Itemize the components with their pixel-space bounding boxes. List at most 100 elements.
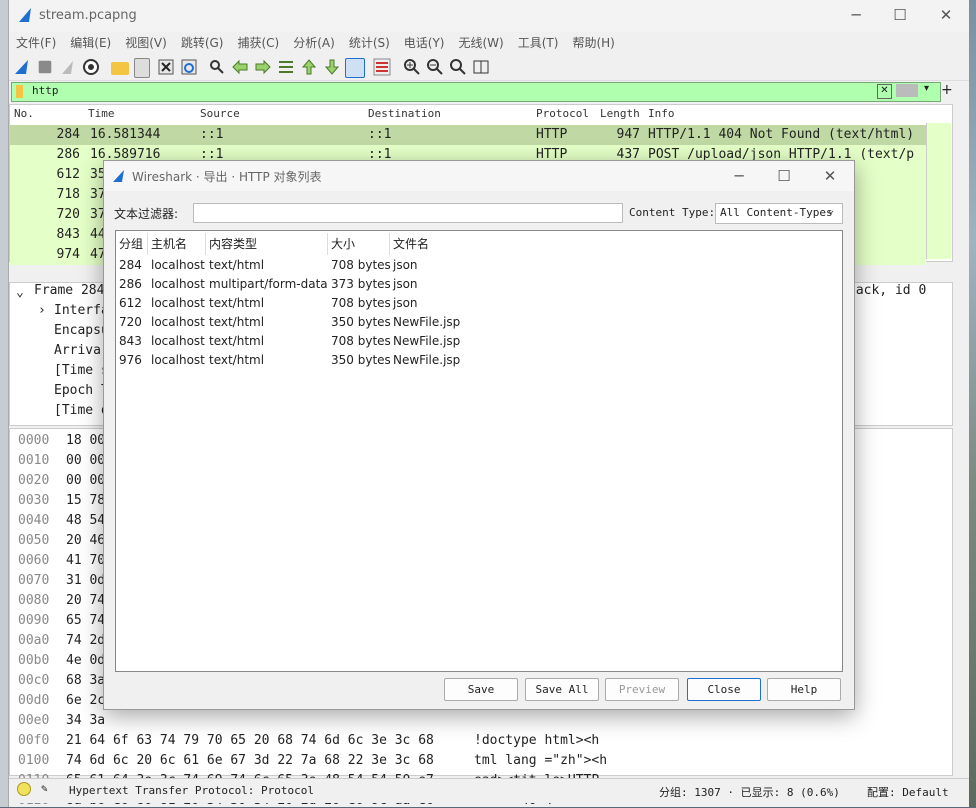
detail-line[interactable]: Arriva bbox=[54, 343, 101, 358]
menu-analyze[interactable]: 分析(A) bbox=[286, 32, 342, 54]
frame-line[interactable]: Frame 284 bbox=[34, 283, 104, 298]
normal-size-icon[interactable] bbox=[449, 58, 467, 76]
menu-telephony[interactable]: 电话(Y) bbox=[397, 32, 452, 54]
col-time[interactable]: Time bbox=[88, 107, 115, 120]
object-file: NewFile.jsp bbox=[393, 315, 461, 329]
object-row[interactable]: 284 localhost text/html 708 bytes json bbox=[116, 256, 840, 275]
bookmark-icon[interactable] bbox=[16, 85, 23, 98]
detail-line[interactable]: Epoch T bbox=[54, 383, 109, 398]
byte-hex: 74 6d 6c 20 6c 61 6e 67 3d 22 7a 68 22 3… bbox=[66, 753, 434, 768]
menu-tools[interactable]: 工具(T) bbox=[511, 32, 566, 54]
menu-go[interactable]: 跳转(G) bbox=[174, 32, 231, 54]
detail-line[interactable]: [Time d bbox=[54, 403, 109, 418]
detail-line[interactable]: Interfa bbox=[54, 303, 109, 318]
http-objects-table: 分组 主机名 内容类型 大小 文件名 284 localhost text/html… bbox=[115, 230, 843, 672]
byte-hex: 65 74 bbox=[66, 613, 106, 628]
maximize-button[interactable]: ☐ bbox=[885, 4, 915, 26]
col-protocol[interactable]: Protocol bbox=[536, 107, 589, 120]
menu-file[interactable]: 文件(F) bbox=[9, 32, 63, 54]
apply-filter-icon[interactable] bbox=[896, 84, 918, 97]
header-packet[interactable]: 分组 bbox=[116, 233, 148, 255]
collapse-arrow-icon[interactable]: › bbox=[38, 303, 46, 318]
go-last-icon[interactable] bbox=[323, 58, 341, 76]
minimize-button[interactable]: ─ bbox=[841, 4, 871, 26]
help-button[interactable]: Help bbox=[767, 678, 841, 701]
go-back-icon[interactable] bbox=[231, 58, 249, 76]
close-window-button[interactable]: ✕ bbox=[931, 4, 961, 26]
go-to-packet-icon[interactable] bbox=[277, 58, 295, 76]
menu-wireless[interactable]: 无线(W) bbox=[452, 32, 511, 54]
stop-capture-icon[interactable] bbox=[38, 60, 52, 74]
col-source[interactable]: Source bbox=[200, 107, 240, 120]
menu-edit[interactable]: 编辑(E) bbox=[63, 32, 118, 54]
object-host: localhost bbox=[151, 296, 205, 310]
object-row[interactable]: 612 localhost text/html 708 bytes json bbox=[116, 294, 840, 313]
packet-no: 284 bbox=[56, 127, 80, 142]
object-pkt: 720 bbox=[119, 315, 142, 329]
object-row[interactable]: 976 localhost text/html 350 bytes NewFile.js… bbox=[116, 351, 840, 370]
object-host: localhost bbox=[151, 334, 205, 348]
col-no[interactable]: No. bbox=[14, 107, 34, 120]
close-file-icon[interactable] bbox=[157, 58, 175, 76]
save-all-button[interactable]: Save All bbox=[525, 678, 599, 701]
zoom-out-icon[interactable] bbox=[426, 58, 444, 76]
edit-comment-icon[interactable]: ✎ bbox=[41, 782, 48, 795]
colorize-icon[interactable] bbox=[373, 58, 391, 76]
object-pkt: 843 bbox=[119, 334, 142, 348]
menu-statistics[interactable]: 统计(S) bbox=[342, 32, 397, 54]
object-row[interactable]: 286 localhost multipart/form-data 373 bytes… bbox=[116, 275, 840, 294]
start-capture-icon[interactable] bbox=[13, 58, 31, 76]
byte-ascii: tml lang ="zh"><h bbox=[474, 753, 608, 768]
expert-info-icon[interactable] bbox=[17, 782, 31, 796]
preview-button[interactable]: Preview bbox=[605, 678, 679, 701]
col-destination[interactable]: Destination bbox=[368, 107, 441, 120]
object-file: json bbox=[393, 258, 418, 272]
dialog-minimize-button[interactable]: ─ bbox=[724, 165, 754, 187]
text-filter-input[interactable] bbox=[193, 203, 623, 223]
clear-filter-icon[interactable]: ✕ bbox=[877, 84, 892, 99]
detail-line[interactable]: [Time s bbox=[54, 363, 109, 378]
header-content-type[interactable]: 内容类型 bbox=[206, 233, 328, 255]
col-length[interactable]: Length bbox=[600, 107, 640, 120]
packet-list-scrollbar[interactable] bbox=[926, 123, 951, 259]
object-row[interactable]: 720 localhost text/html 350 bytes NewFile.js… bbox=[116, 313, 840, 332]
find-packet-icon[interactable] bbox=[208, 58, 226, 76]
detail-line[interactable]: Encapsu bbox=[54, 323, 109, 338]
reload-file-icon[interactable] bbox=[180, 58, 198, 76]
dialog-maximize-button[interactable]: ☐ bbox=[769, 165, 799, 187]
byte-off: 0010 bbox=[18, 453, 50, 468]
menu-help[interactable]: 帮助(H) bbox=[565, 32, 621, 54]
go-forward-icon[interactable] bbox=[254, 58, 272, 76]
go-first-icon[interactable] bbox=[300, 58, 318, 76]
zoom-in-icon[interactable] bbox=[403, 58, 421, 76]
header-size[interactable]: 大小 bbox=[328, 233, 390, 255]
header-hostname[interactable]: 主机名 bbox=[148, 233, 206, 255]
dialog-close-icon[interactable]: ✕ bbox=[815, 165, 845, 187]
object-row[interactable]: 843 localhost text/html 708 bytes NewFile.js… bbox=[116, 332, 840, 351]
chevron-down-icon: ⌄ bbox=[828, 205, 835, 216]
display-filter-bar[interactable]: http ✕ ▾ bbox=[11, 82, 941, 102]
header-filename[interactable]: 文件名 bbox=[390, 233, 490, 255]
open-file-icon[interactable] bbox=[111, 62, 129, 75]
save-file-icon[interactable] bbox=[134, 58, 150, 78]
status-profile[interactable]: 配置: Default bbox=[867, 784, 949, 800]
auto-scroll-icon[interactable] bbox=[345, 58, 365, 78]
expand-arrow-icon[interactable]: ⌄ bbox=[16, 285, 24, 300]
object-file: json bbox=[393, 296, 418, 310]
content-type-select[interactable]: All Content-Types ⌄ bbox=[715, 203, 843, 224]
close-button[interactable]: Close bbox=[687, 678, 761, 701]
menu-capture[interactable]: 捕获(C) bbox=[230, 32, 286, 54]
restart-capture-icon[interactable] bbox=[59, 58, 77, 76]
resize-columns-icon[interactable] bbox=[472, 58, 490, 76]
col-info[interactable]: Info bbox=[648, 107, 675, 120]
menu-view[interactable]: 视图(V) bbox=[118, 32, 174, 54]
byte-off: 00b0 bbox=[18, 653, 50, 668]
display-filter-input[interactable]: http bbox=[32, 84, 59, 97]
capture-options-icon[interactable] bbox=[82, 58, 100, 76]
filter-history-icon[interactable]: ▾ bbox=[924, 83, 929, 94]
save-button[interactable]: Save bbox=[444, 678, 518, 701]
byte-hex: 68 3a bbox=[66, 673, 106, 688]
packet-row[interactable]: 284 16.581344::1::1 HTTP 947 HTTP/1.1 404 No… bbox=[10, 125, 926, 145]
byte-hex: 00 00 bbox=[66, 473, 106, 488]
add-filter-button-icon[interactable]: + bbox=[941, 82, 953, 98]
